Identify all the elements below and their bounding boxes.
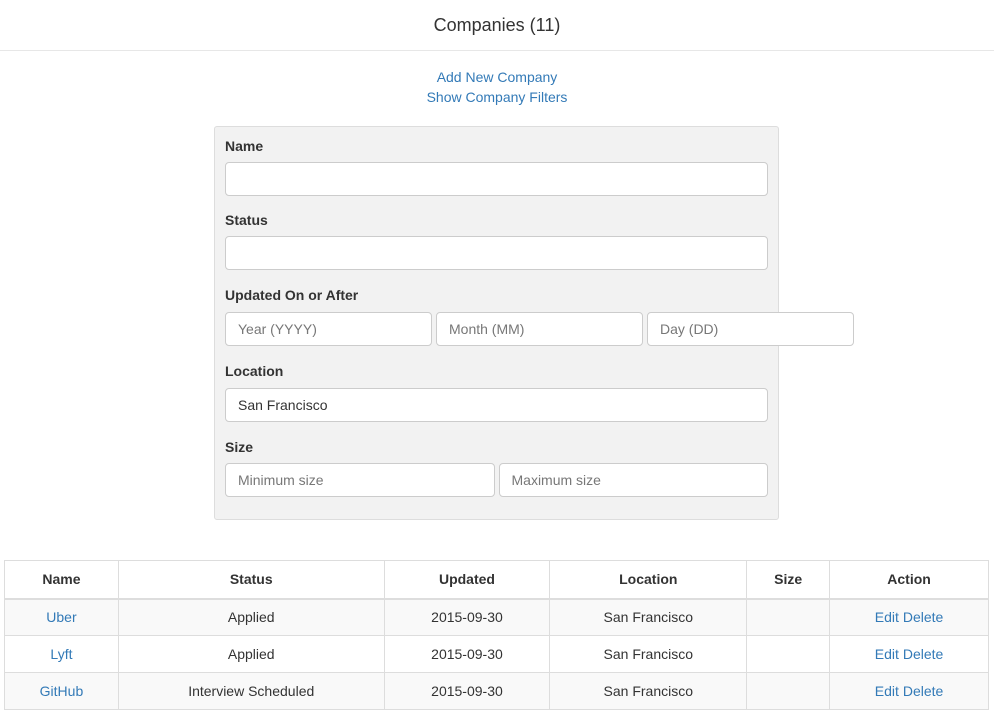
cell-status: Applied [117,598,385,636]
cell-name: GitHub [4,672,119,710]
edit-link[interactable]: Edit [875,609,899,625]
cell-status: Interview Scheduled [117,672,385,710]
delete-link[interactable]: Delete [903,683,943,699]
cell-name: Lyft [4,635,119,673]
min-size-input[interactable] [225,463,495,497]
column-header-action: Action [829,560,989,600]
updated-filter-group: Updated On or After [225,287,854,346]
name-filter-group: Name [225,138,768,196]
add-company-link[interactable]: Add New Company [0,67,994,87]
company-link[interactable]: GitHub [40,683,84,699]
cell-size [746,672,831,710]
month-input[interactable] [436,312,643,346]
status-label: Status [225,212,268,228]
cell-updated: 2015-09-30 [383,672,551,710]
cell-updated: 2015-09-30 [383,598,551,636]
table-row: Lyft Applied 2015-09-30 San Francisco Ed… [4,635,989,673]
cell-action: Edit Delete [829,598,989,636]
company-link[interactable]: Lyft [50,646,72,662]
cell-location: San Francisco [549,672,748,710]
location-label: Location [225,363,284,379]
status-input[interactable] [225,236,768,270]
column-header-status[interactable]: Status [117,560,385,600]
column-header-location[interactable]: Location [549,560,748,600]
year-input[interactable] [225,312,432,346]
name-label: Name [225,138,264,154]
action-links: Add New Company Show Company Filters [0,67,994,107]
column-header-size[interactable]: Size [746,560,831,600]
column-header-updated[interactable]: Updated [383,560,551,600]
column-header-name[interactable]: Name [4,560,119,600]
page-title: Companies (11) [433,14,561,35]
delete-link[interactable]: Delete [903,646,943,662]
delete-link[interactable]: Delete [903,609,943,625]
updated-label: Updated On or After [225,287,359,303]
day-input[interactable] [647,312,854,346]
show-filters-link[interactable]: Show Company Filters [0,87,994,107]
location-input[interactable] [225,388,768,422]
cell-size [746,598,831,636]
cell-name: Uber [4,598,119,636]
cell-status: Applied [117,635,385,673]
size-label: Size [225,439,254,455]
edit-link[interactable]: Edit [875,646,899,662]
cell-size [746,635,831,673]
location-filter-group: Location [225,363,768,422]
cell-updated: 2015-09-30 [383,635,551,673]
page-header: Companies (11) [0,0,994,51]
table-row: Uber Applied 2015-09-30 San Francisco Ed… [4,598,989,636]
cell-action: Edit Delete [829,635,989,673]
cell-location: San Francisco [549,635,748,673]
status-filter-group: Status [225,212,768,270]
max-size-input[interactable] [498,463,768,497]
table-header-row: Name Status Updated Location Size Action [4,560,989,600]
cell-action: Edit Delete [829,672,989,710]
table-row: GitHub Interview Scheduled 2015-09-30 Sa… [4,672,989,710]
cell-location: San Francisco [549,598,748,636]
edit-link[interactable]: Edit [875,683,899,699]
company-link[interactable]: Uber [46,609,76,625]
companies-table: Name Status Updated Location Size Action… [4,560,989,710]
filter-panel: Name Status Updated On or After Location… [214,126,854,520]
size-filter-group: Size [225,439,768,497]
name-input[interactable] [225,162,768,196]
